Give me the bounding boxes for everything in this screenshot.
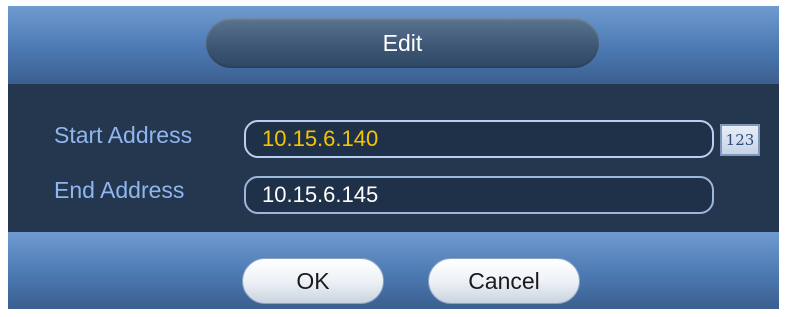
end-address-label: End Address — [54, 177, 185, 203]
cancel-button-label: Cancel — [468, 267, 540, 294]
end-address-field[interactable]: 10.15.6.145 — [244, 176, 714, 214]
start-address-field[interactable]: 10.15.6.140 — [244, 120, 714, 158]
dialog-header: Edit — [8, 6, 779, 84]
start-address-label: Start Address — [54, 122, 193, 148]
cancel-button[interactable]: Cancel — [428, 258, 580, 304]
numeric-keyboard-label: 123 — [725, 131, 755, 149]
start-address-value: 10.15.6.140 — [262, 126, 379, 151]
dialog-footer: OK Cancel — [8, 232, 779, 309]
ok-button-label: OK — [296, 267, 330, 294]
ok-button[interactable]: OK — [242, 258, 384, 304]
dialog-title-bar: Edit — [206, 18, 599, 68]
edit-dialog: Edit Start Address 10.15.6.140 123 End A… — [8, 6, 779, 309]
dialog-title: Edit — [382, 29, 423, 56]
end-address-value: 10.15.6.145 — [262, 182, 379, 207]
numeric-keyboard-button[interactable]: 123 — [720, 124, 760, 156]
